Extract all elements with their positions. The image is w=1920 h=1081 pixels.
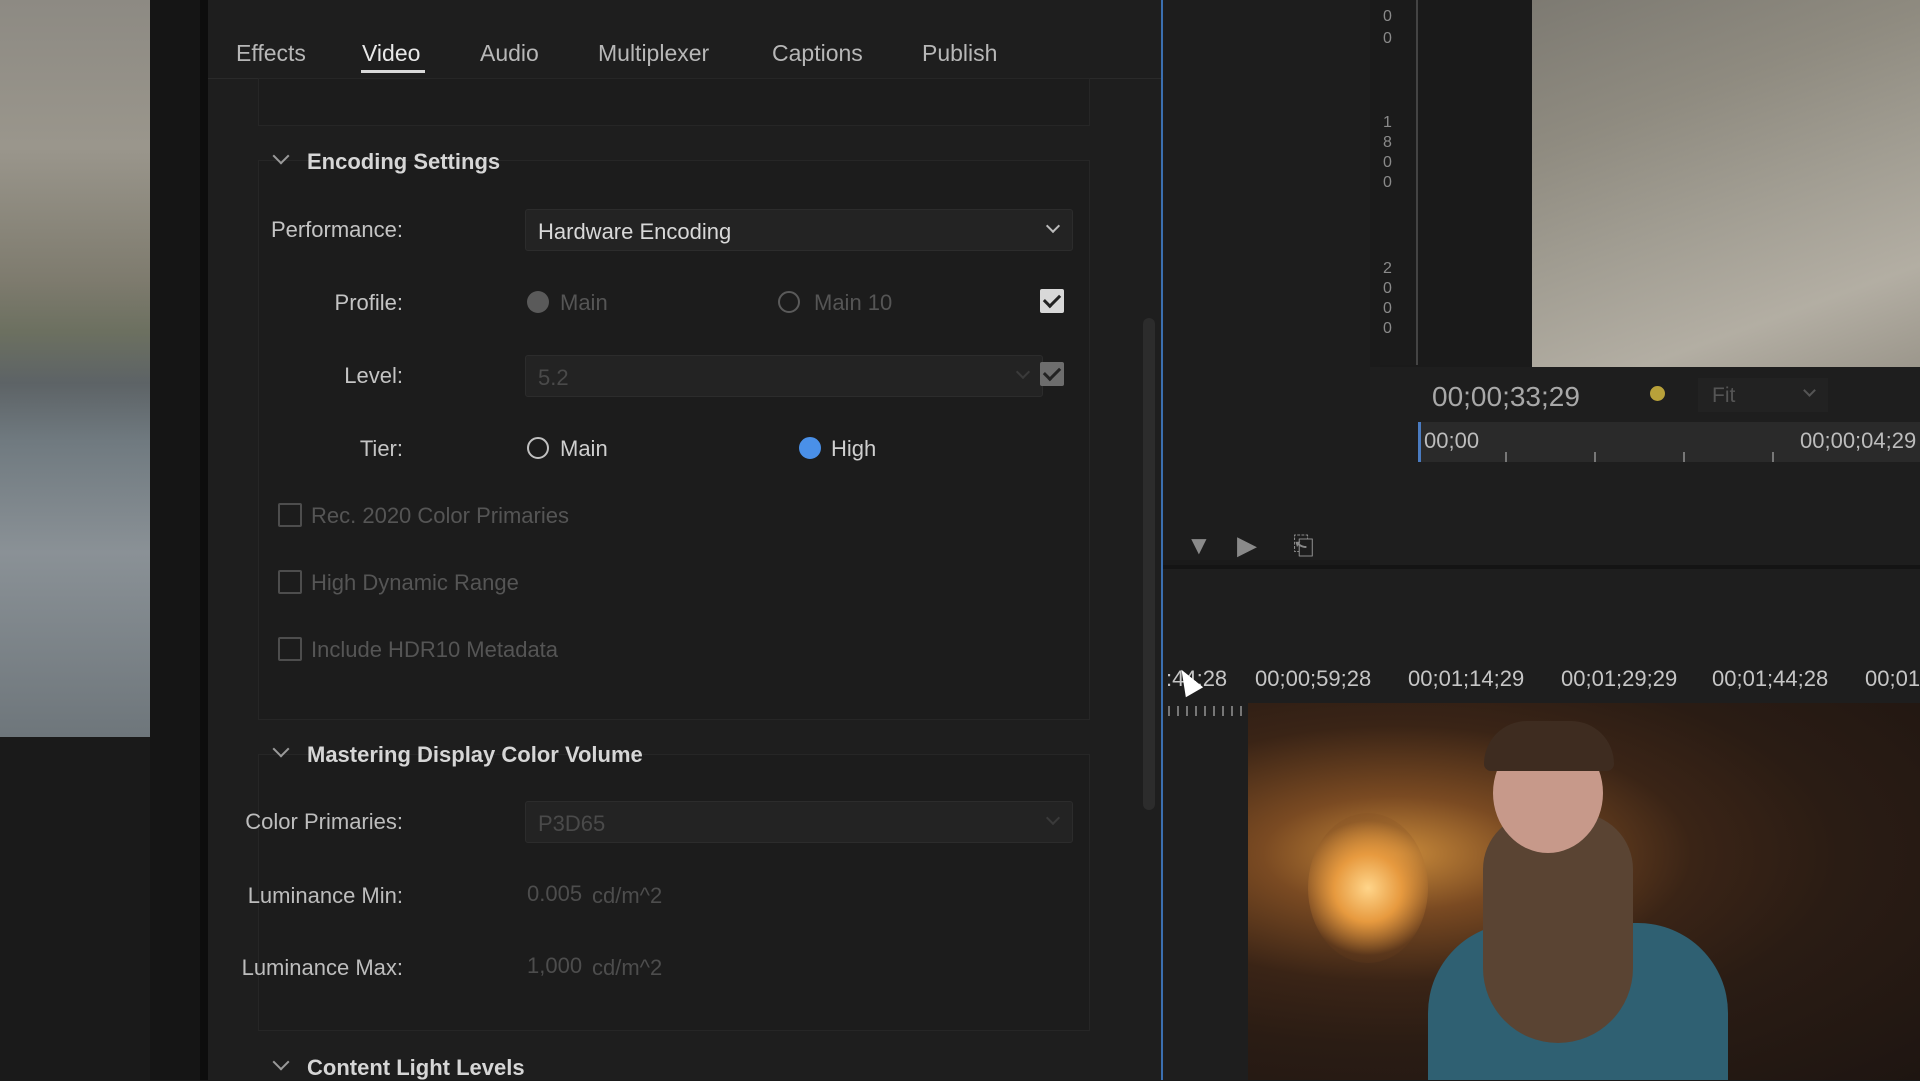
active-tab-indicator (361, 70, 425, 73)
lamp-light (1308, 813, 1428, 963)
luminance-max-label: Luminance Max: (241, 955, 403, 980)
performance-value: Hardware Encoding (538, 219, 732, 244)
source-preview-image (0, 0, 150, 737)
person-hair (1484, 721, 1614, 771)
panel-scrollbar[interactable] (1143, 318, 1155, 810)
ruler-digit: 0 (1383, 300, 1392, 317)
ruler-digit: 8 (1383, 134, 1392, 151)
content-light-levels-header[interactable]: Content Light Levels (307, 1055, 525, 1081)
luminance-min-label: Luminance Min: (247, 883, 403, 908)
tab-audio[interactable]: Audio (480, 40, 539, 67)
checkmark-icon (1042, 362, 1062, 382)
ruler-digit: 2 (1383, 260, 1392, 277)
zoom-fit-value: Fit (1712, 384, 1736, 407)
luminance-min-value[interactable]: 0.005 (527, 881, 582, 907)
color-primaries-label: Color Primaries: (245, 809, 403, 834)
playhead-timecode[interactable]: 00;00;33;29 (1432, 381, 1580, 413)
level-label: Level: (344, 363, 403, 388)
ruler-digit: 0 (1383, 154, 1392, 171)
rec2020-checkbox[interactable] (278, 503, 302, 527)
ruler-tick (1594, 452, 1596, 462)
tab-captions[interactable]: Captions (772, 40, 863, 67)
insert-icon[interactable]: ▶ (1237, 530, 1257, 561)
previous-section-box (258, 78, 1090, 126)
tab-multiplexer[interactable]: Multiplexer (598, 40, 709, 67)
ruler-digit: 1 (1383, 114, 1392, 131)
tier-main-label: Main (560, 436, 608, 461)
tab-publish[interactable]: Publish (922, 40, 997, 67)
luminance-min-unit: cd/m^2 (592, 883, 663, 908)
filter-icon[interactable]: ▼ (1186, 530, 1212, 561)
mini-ruler-start: 00;00 (1424, 428, 1480, 453)
profile-main-label: Main (560, 290, 608, 315)
profile-label: Profile: (334, 290, 403, 315)
hdr-checkbox[interactable] (278, 570, 302, 594)
ruler-tick (1505, 452, 1507, 462)
profile-main10-label: Main 10 (814, 290, 893, 315)
profile-main10-radio[interactable] (778, 291, 800, 313)
color-primaries-dropdown[interactable]: P3D65 (525, 801, 1073, 843)
mastering-display-header[interactable]: Mastering Display Color Volume (307, 742, 643, 768)
status-dot (1650, 386, 1665, 401)
webcam-overlay (1248, 703, 1920, 1080)
hdr10-metadata-checkbox[interactable] (278, 637, 302, 661)
timeline-timecode: 00;01;14;29 (1408, 666, 1525, 691)
encoding-settings-header[interactable]: Encoding Settings (307, 149, 500, 175)
chevron-down-icon (1045, 218, 1061, 234)
tier-label: Tier: (359, 436, 403, 461)
ruler-digit: 0 (1383, 320, 1392, 337)
rec2020-label: Rec. 2020 Color Primaries (311, 503, 569, 528)
luminance-max-unit: cd/m^2 (592, 955, 663, 980)
level-dropdown[interactable]: 5.2 (525, 355, 1043, 397)
profile-match-checkbox[interactable] (1040, 289, 1064, 313)
level-value: 5.2 (538, 365, 569, 390)
timeline-ticks (1168, 706, 1246, 716)
hdr10-metadata-label: Include HDR10 Metadata (311, 637, 559, 662)
profile-main-radio[interactable] (527, 291, 549, 313)
panel-gutter (150, 0, 200, 1080)
tier-high-label: High (831, 436, 877, 461)
tier-high-radio[interactable] (799, 437, 821, 459)
panel-edge (200, 0, 208, 1080)
color-primaries-value: P3D65 (538, 811, 606, 836)
chevron-down-icon (1803, 384, 1816, 397)
export-frame-icon[interactable]: ⎗ (1293, 530, 1314, 562)
ruler-tick (1683, 452, 1685, 462)
timeline-timecode: 00;01 (1865, 666, 1920, 691)
ruler-digit: 0 (1383, 8, 1392, 25)
ruler-tick (1772, 452, 1774, 462)
hdr-label: High Dynamic Range (311, 570, 519, 595)
tier-main-radio[interactable] (527, 437, 549, 459)
tab-video[interactable]: Video (362, 40, 420, 67)
export-tab-bar: Effects Video Audio Multiplexer Captions… (208, 0, 1161, 79)
mini-ruler-end: 00;00;04;29 (1800, 428, 1917, 453)
source-monitor-area (1163, 0, 1370, 560)
luminance-max-value[interactable]: 1,000 (527, 953, 582, 979)
chevron-down-icon (1015, 364, 1031, 380)
ruler-digit: 0 (1383, 280, 1392, 297)
timeline-timecode: 00;01;44;28 (1712, 666, 1829, 691)
timeline-timecode: 00;01;29;29 (1561, 666, 1678, 691)
zoom-fit-dropdown[interactable]: Fit (1698, 378, 1828, 412)
program-monitor-frame (1532, 0, 1920, 367)
level-match-checkbox[interactable] (1040, 362, 1064, 386)
performance-dropdown[interactable]: Hardware Encoding (525, 209, 1073, 251)
export-settings-panel: Effects Video Audio Multiplexer Captions… (208, 0, 1161, 1080)
checkmark-icon (1042, 289, 1062, 309)
chevron-down-icon (1045, 810, 1061, 826)
ruler-digit: 0 (1383, 30, 1392, 47)
performance-label: Performance: (270, 217, 403, 242)
timeline-timecode: 00;00;59;28 (1255, 666, 1372, 691)
ruler-digit: 0 (1383, 174, 1392, 191)
chevron-down-icon[interactable] (272, 1053, 290, 1071)
tab-effects[interactable]: Effects (236, 40, 306, 67)
